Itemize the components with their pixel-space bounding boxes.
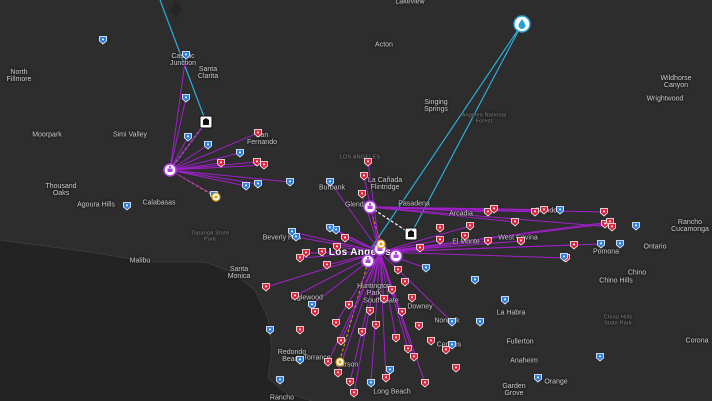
alert-marker-red [394,266,402,275]
alert-marker-red [452,364,460,373]
alert-marker-red [436,236,444,245]
map-canvas[interactable]: LakeviewNorthFillmoreCastaicJunctionSant… [0,0,712,401]
station-marker-blue [204,141,212,150]
alert-marker-red [260,161,268,170]
alert-marker-red [416,244,424,253]
alert-marker-red [291,292,299,301]
orange-node-icon [211,192,221,202]
alert-marker-red [333,243,341,252]
station-marker-blue [422,264,430,273]
hub-icon [361,254,375,268]
alert-marker-red [311,308,319,317]
station-marker-blue [123,202,131,211]
alert-marker-red [318,248,326,257]
station-marker-blue [471,276,479,285]
alert-marker-red [415,322,423,331]
alert-marker-red [296,326,304,335]
building-icon [199,115,213,129]
station-marker-blue [616,240,624,249]
station-marker-blue [236,149,244,158]
alert-marker-red [346,378,354,387]
alert-marker-red [382,374,390,383]
hub-icon [163,163,177,177]
alert-marker-red [600,208,608,217]
alert-marker-red [531,208,539,217]
alert-marker-red [217,159,225,168]
alert-marker-red [511,218,519,227]
station-marker-blue [476,318,484,327]
station-marker-blue [254,180,262,189]
alert-marker-red [436,224,444,233]
building-icon [404,227,418,241]
alert-marker-red [332,319,340,328]
station-marker-blue [556,206,564,215]
alert-marker-red [253,158,261,167]
hub-icon [389,249,403,263]
station-marker-blue [326,178,334,187]
station-marker-blue [308,301,316,310]
alert-marker-red [466,222,474,231]
alert-marker-red [254,129,262,138]
orange-node-icon [376,239,386,249]
alert-marker-red [296,254,304,263]
station-marker-blue [182,94,190,103]
alert-marker-red [401,278,409,287]
alert-marker-red [364,158,372,167]
alert-marker-red [517,237,525,246]
alert-marker-red [398,308,406,317]
alert-marker-red [410,353,418,362]
alert-marker-red [421,379,429,388]
station-marker-blue [184,133,192,142]
station-marker-blue [534,374,542,383]
station-marker-blue [276,376,284,385]
alert-marker-red [372,321,380,330]
station-marker-blue [367,379,375,388]
alert-marker-red [262,283,270,292]
alert-marker-red [337,337,345,346]
alert-marker-red [341,234,349,243]
alert-marker-red [334,369,342,378]
orange-node-icon [335,357,345,367]
station-marker-blue [99,36,107,45]
alert-marker-red [570,241,578,250]
alert-marker-red [408,294,416,303]
markers-layer [99,15,640,398]
station-marker-blue [501,296,509,305]
alert-marker-red [345,301,353,310]
alert-marker-red [404,345,412,354]
alert-marker-red [540,206,548,215]
alert-marker-red [380,295,388,304]
alert-marker-red [442,346,450,355]
station-marker-blue [182,51,190,60]
station-marker-blue [242,182,250,191]
station-marker-blue [596,353,604,362]
station-marker-blue [632,222,640,231]
alert-marker-red [350,389,358,398]
alert-marker-red [360,172,368,181]
station-marker-blue [597,240,605,249]
station-marker-blue [266,326,274,335]
alert-marker-red [392,334,400,343]
water-drop-icon [513,15,531,33]
alert-marker-red [608,223,616,232]
station-marker-blue [286,178,294,187]
alert-marker-red [323,261,331,270]
alert-marker-red [484,237,492,246]
alert-marker-red [358,190,366,199]
alert-marker-red [427,337,435,346]
station-marker-blue [296,356,304,365]
station-marker-blue [386,366,394,375]
alert-marker-red [358,328,366,337]
alert-marker-red [461,232,469,241]
station-marker-blue [448,318,456,327]
alert-marker-red [388,286,396,295]
alert-marker-red [324,358,332,367]
hub-icon [363,200,377,214]
alert-marker-red [366,307,374,316]
